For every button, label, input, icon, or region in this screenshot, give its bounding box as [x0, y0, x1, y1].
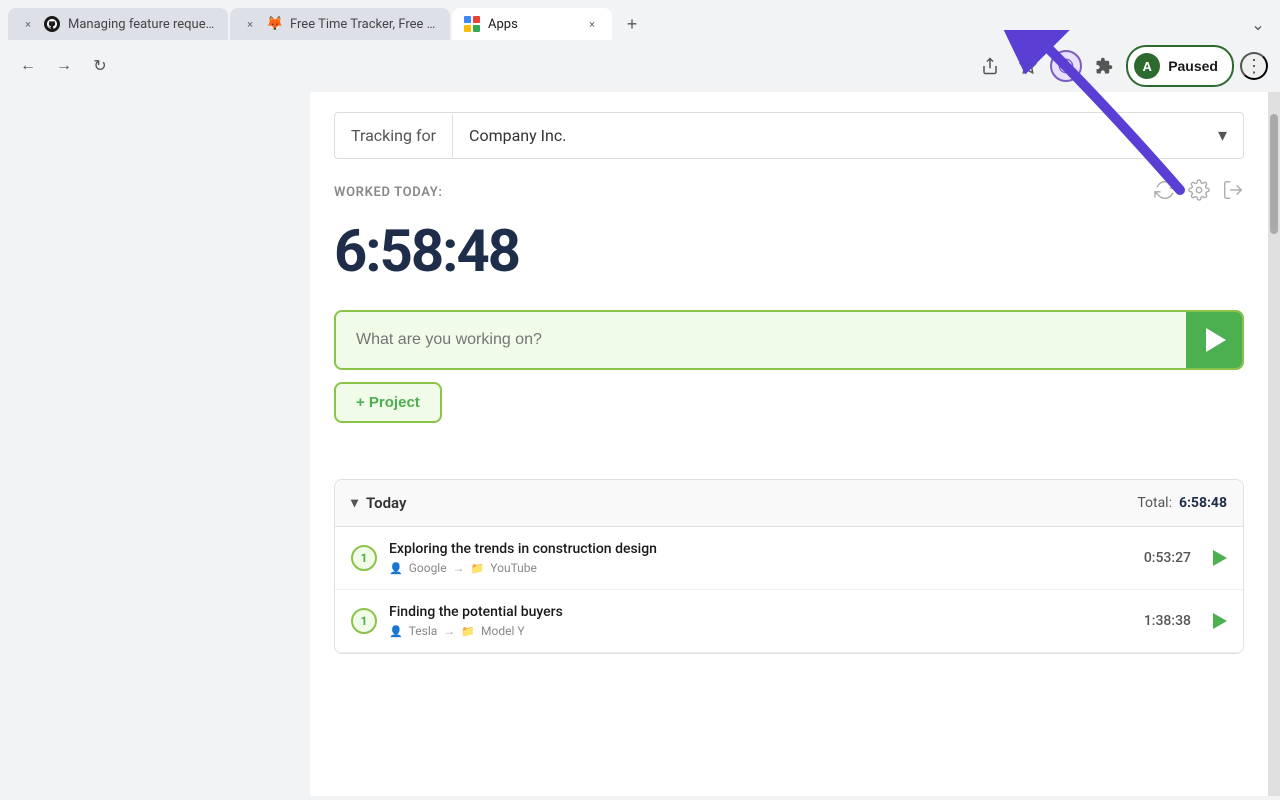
new-tab-button[interactable]: + — [618, 10, 646, 38]
entry-1-arrow-icon: → — [453, 561, 465, 575]
today-left: ▾ Today — [351, 494, 406, 512]
tab-bar: × Managing feature requests × 🦊 Free Tim… — [0, 0, 1280, 40]
page-content: Tracking for Company Inc. ▾ WORKED TODAY… — [0, 92, 1280, 796]
entry-1-source-icon: 👤 — [389, 562, 403, 575]
nav-bar: ← → ↻ — [0, 40, 1280, 92]
forward-button[interactable]: → — [48, 50, 80, 82]
entry-2-number: 1 — [351, 608, 377, 634]
entry-2-details: Finding the potential buyers 👤 Tesla → 📁… — [389, 604, 1132, 638]
worked-today-icons — [1154, 179, 1244, 206]
entry-2-play-button[interactable] — [1213, 613, 1227, 629]
logout-icon[interactable] — [1222, 179, 1244, 206]
company-name: Company Inc. — [469, 126, 566, 145]
task-input[interactable] — [336, 315, 1186, 365]
start-button[interactable] — [1186, 312, 1242, 368]
entry-1-source: Google — [409, 561, 447, 575]
add-project-button[interactable]: + Project — [334, 382, 442, 423]
clock-extension-button[interactable] — [1050, 50, 1082, 82]
share-button[interactable] — [974, 50, 1006, 82]
entry-1-title: Exploring the trends in construction des… — [389, 541, 1132, 557]
tracker-favicon: 🦊 — [266, 16, 282, 32]
add-project-label: + Project — [356, 394, 420, 411]
entry-2-dest-icon: 📁 — [461, 625, 475, 638]
tab-github-close[interactable]: × — [20, 16, 36, 32]
entry-1-time: 0:53:27 — [1144, 550, 1191, 566]
today-header: ▾ Today Total: 6:58:48 — [335, 480, 1243, 527]
scrollbar[interactable] — [1268, 92, 1280, 796]
paused-button[interactable]: A Paused — [1126, 45, 1234, 87]
tab-apps-title: Apps — [488, 17, 576, 32]
back-button[interactable]: ← — [12, 50, 44, 82]
timer-display: 6:58:48 — [334, 218, 1244, 286]
entry-2-meta: 👤 Tesla → 📁 Model Y — [389, 624, 1132, 638]
refresh-icon[interactable] — [1154, 179, 1176, 206]
scrollbar-thumb[interactable] — [1270, 114, 1278, 234]
entry-2-source: Tesla — [409, 624, 438, 638]
avatar: A — [1134, 53, 1160, 79]
nav-left-actions: ← → ↻ — [12, 50, 116, 82]
tab-apps-close[interactable]: × — [584, 16, 600, 32]
entry-1-details: Exploring the trends in construction des… — [389, 541, 1132, 575]
time-entry-1: 1 Exploring the trends in construction d… — [335, 527, 1243, 590]
tab-tracker-close[interactable]: × — [242, 16, 258, 32]
entry-1-number: 1 — [351, 545, 377, 571]
bookmark-button[interactable] — [1012, 50, 1044, 82]
company-select[interactable]: Company Inc. ▾ — [453, 113, 1243, 158]
apps-favicon — [464, 16, 480, 32]
paused-label: Paused — [1168, 58, 1218, 74]
entry-2-source-icon: 👤 — [389, 625, 403, 638]
tab-overflow-button[interactable]: ⌄ — [1244, 10, 1272, 38]
worked-today-label: WORKED TODAY: — [334, 185, 443, 200]
tab-tracker-title: Free Time Tracker, Free Em... — [290, 17, 438, 32]
entry-1-meta: 👤 Google → 📁 YouTube — [389, 561, 1132, 575]
reload-button[interactable]: ↻ — [84, 50, 116, 82]
extensions-button[interactable] — [1088, 50, 1120, 82]
entry-2-arrow-icon: → — [443, 624, 455, 638]
entry-2-destination: Model Y — [481, 624, 525, 638]
tab-tracker[interactable]: × 🦊 Free Time Tracker, Free Em... — [230, 8, 450, 40]
worked-today-row: WORKED TODAY: — [334, 179, 1244, 206]
today-total: Total: 6:58:48 — [1137, 495, 1227, 511]
github-favicon — [44, 16, 60, 32]
today-label: Today — [366, 494, 406, 512]
tab-github[interactable]: × Managing feature requests — [8, 8, 228, 40]
tab-apps[interactable]: Apps × — [452, 8, 612, 40]
more-button[interactable]: ⋮ — [1240, 52, 1268, 80]
today-total-time: 6:58:48 — [1179, 495, 1227, 511]
main-panel: Tracking for Company Inc. ▾ WORKED TODAY… — [310, 92, 1268, 796]
today-chevron-icon[interactable]: ▾ — [351, 495, 358, 511]
tab-github-title: Managing feature requests — [68, 17, 216, 32]
left-panel — [0, 92, 310, 796]
entry-1-play-button[interactable] — [1213, 550, 1227, 566]
nav-right-actions: A Paused ⋮ — [974, 45, 1268, 87]
browser-window: × Managing feature requests × 🦊 Free Tim… — [0, 0, 1280, 796]
task-input-container — [334, 310, 1244, 370]
entry-1-dest-icon: 📁 — [471, 562, 485, 575]
time-entry-2: 1 Finding the potential buyers 👤 Tesla →… — [335, 590, 1243, 653]
play-icon — [1206, 328, 1226, 352]
entry-2-title: Finding the potential buyers — [389, 604, 1132, 620]
entry-2-time: 1:38:38 — [1144, 613, 1191, 629]
today-section: ▾ Today Total: 6:58:48 1 Exploring the t… — [334, 479, 1244, 654]
company-chevron-icon: ▾ — [1218, 125, 1227, 146]
tracking-for-row: Tracking for Company Inc. ▾ — [334, 112, 1244, 159]
entry-1-destination: YouTube — [490, 561, 537, 575]
settings-icon[interactable] — [1188, 179, 1210, 206]
tracking-label: Tracking for — [335, 114, 453, 157]
